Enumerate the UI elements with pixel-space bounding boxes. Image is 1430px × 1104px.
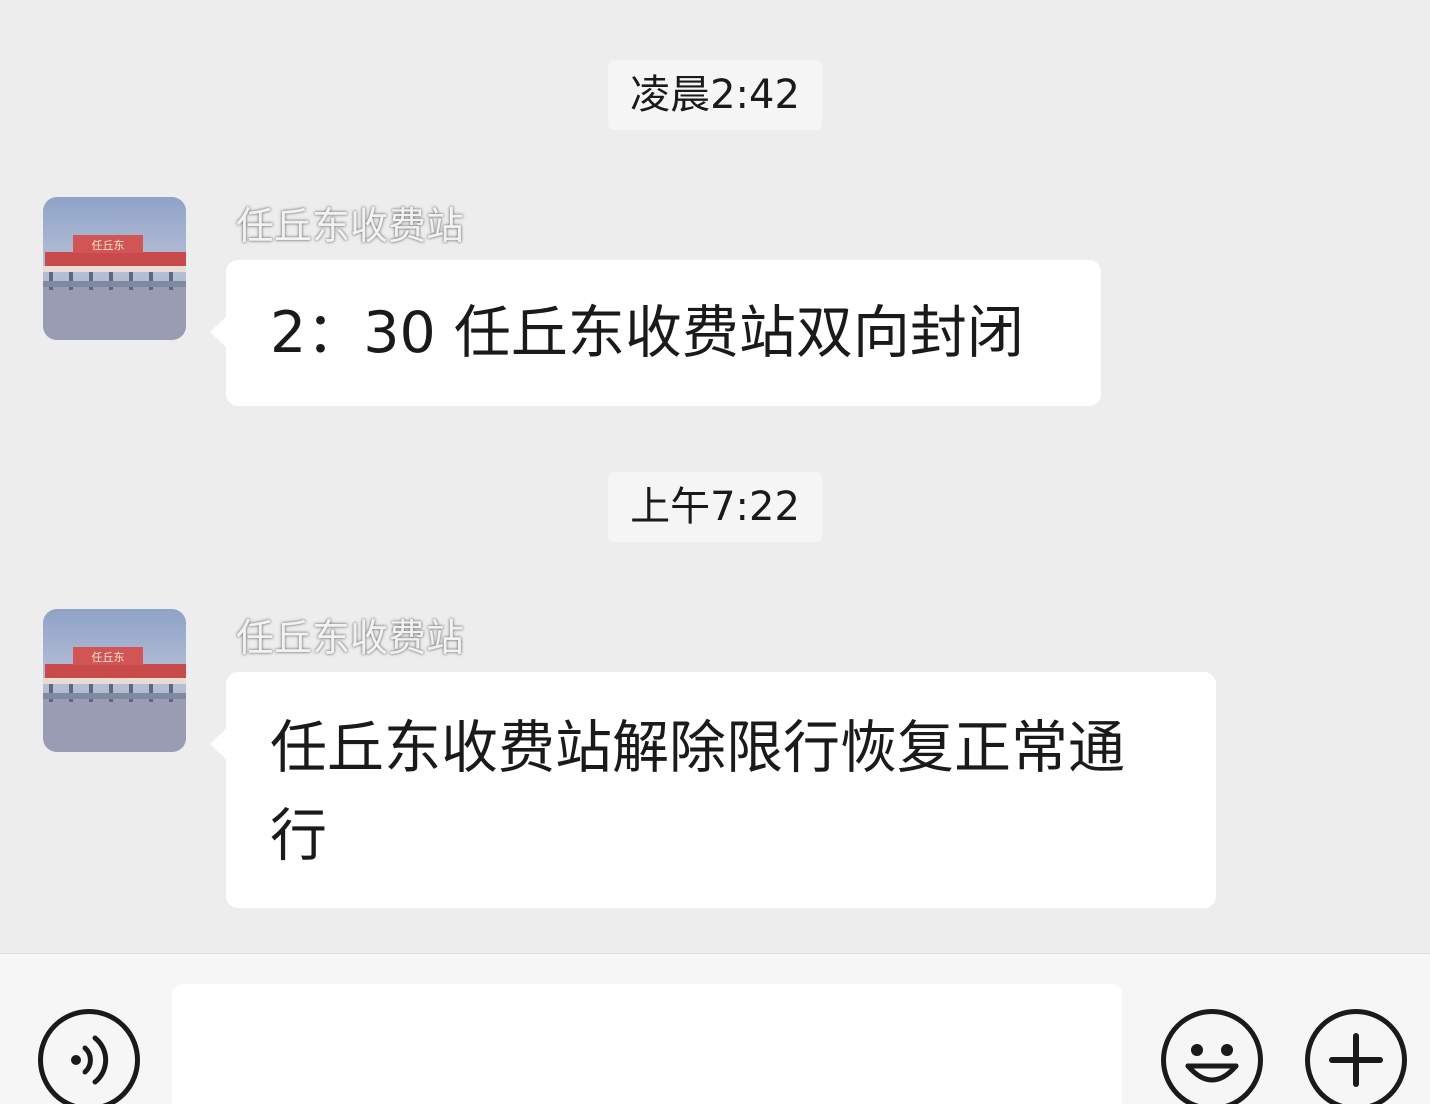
- toll-station-photo-avatar: 任丘东: [43, 197, 186, 340]
- message-input-bar: [0, 953, 1430, 1104]
- voice-button[interactable]: [38, 1009, 140, 1104]
- sender-avatar[interactable]: 任丘东: [43, 197, 186, 340]
- sender-name: 任丘东收费站: [236, 204, 465, 248]
- svg-text:任丘东: 任丘东: [92, 651, 125, 664]
- sender-avatar[interactable]: 任丘东: [43, 609, 186, 752]
- plus-icon: [1329, 1033, 1383, 1087]
- message-timestamp: 上午7:22: [608, 472, 822, 542]
- message-bubble[interactable]: 2：30 任丘东收费站双向封闭: [210, 260, 1101, 406]
- emoji-icon: [1185, 1044, 1239, 1083]
- svg-text:任丘东: 任丘东: [92, 239, 125, 252]
- message-input[interactable]: [172, 984, 1122, 1104]
- voice-icon: [71, 1035, 109, 1085]
- chat-window: 凌晨2:42 任丘东 任丘东收费站 2：30 任丘东收费站双向封闭 上午7:22…: [0, 0, 1430, 1104]
- message-timestamp: 凌晨2:42: [608, 60, 822, 130]
- message-bubble[interactable]: 任丘东收费站解除限行恢复正常通行: [210, 672, 1216, 908]
- emoji-button[interactable]: [1161, 1009, 1263, 1104]
- toll-station-photo-avatar: 任丘东: [43, 609, 186, 752]
- more-button[interactable]: [1305, 1009, 1407, 1104]
- sender-name: 任丘东收费站: [236, 616, 465, 660]
